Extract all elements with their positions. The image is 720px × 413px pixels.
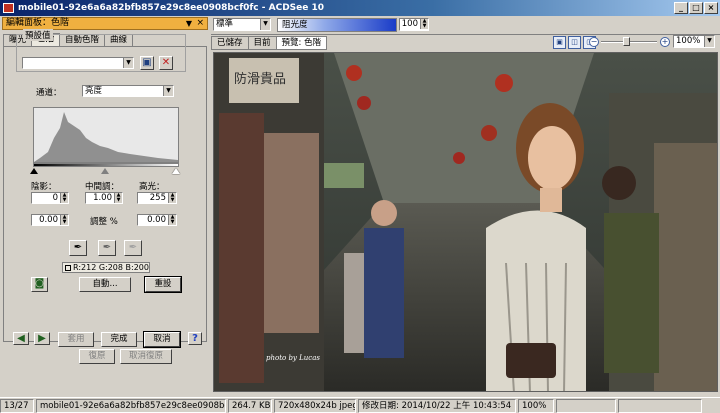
status-zoom: 100% [518,399,554,413]
channel-select[interactable]: 亮度 ▼ [82,85,174,97]
adjust-label: 調整 % [90,217,118,227]
shadow-value: 0 [52,193,58,203]
highlight-label: 高光： [139,182,165,192]
zoom-in-icon[interactable]: + [660,37,670,47]
acdsee-app-icon [3,3,14,13]
channel-value: 亮度 [85,86,103,96]
reset-button[interactable]: 重設 [144,276,182,293]
panel-title: 編輯面板：色階 [6,18,70,28]
rgb-readout: R:212 G:208 B:200 [62,262,150,273]
cancel-button[interactable]: 取消 [143,331,181,348]
spin-arrows-icon[interactable]: ▲ ▼ [60,193,68,203]
zoom-value: 100% [676,36,701,46]
midtone-slider-handle[interactable] [101,168,109,174]
opacity-slider[interactable]: 阻光度 [277,18,397,32]
blend-mode-value: 標準 [216,19,234,29]
preset-label: 預設值 [23,29,53,41]
tab-current[interactable]: 目前 [247,36,277,50]
highlight-input[interactable]: 255 ▲ ▼ [137,192,177,204]
forward-arrow-icon[interactable]: ▶ [34,332,50,345]
status-dimensions: 720x480x24b jpeg [274,399,356,413]
done-button[interactable]: 完成 [101,332,137,347]
status-size: 264.7 KB [228,399,272,413]
zoom-out-icon[interactable]: − [589,37,599,47]
market-street-photo: 防滑貴品 [214,53,717,391]
auto-button[interactable]: 自動... [79,277,131,292]
shop-sign: 防滑貴品 [234,71,286,87]
minimize-button[interactable]: _ [674,2,688,14]
opacity-input[interactable]: 100 ▲ ▼ [399,18,429,31]
photo-credit: photo by Lucas [266,354,320,362]
spin-arrows-icon[interactable]: ▲ ▼ [114,193,122,203]
window-title: mobile01-92e6a6a82bfb857e29c8ee0908bcf0f… [18,3,325,13]
panel-close-icon[interactable]: × [196,18,204,29]
rgb-values: R:212 G:208 B:200 [73,263,149,272]
histogram [33,107,179,163]
shadow-input[interactable]: 0 ▲ ▼ [31,192,69,204]
status-extra [618,399,702,413]
channel-label: 通道： [36,88,62,98]
view-tabs: 已儲存 目前 預覽: 色階 [211,36,328,50]
redo-button[interactable]: 取消復原 [120,349,172,364]
chevron-down-icon: ▼ [123,58,133,68]
output-low-value: 0.00 [39,215,58,225]
blend-mode-select[interactable]: 標準 ▼ [213,18,271,31]
close-button[interactable]: × [704,2,718,14]
delete-preset-icon[interactable]: ✕ [159,56,173,70]
highlight-slider-handle[interactable] [172,168,180,174]
save-preset-icon[interactable]: ▣ [140,56,154,70]
apply-button[interactable]: 套用 [58,332,94,347]
spin-arrows-icon[interactable]: ▲ ▼ [168,193,176,203]
photo-preview[interactable]: 防滑貴品 [213,52,718,392]
output-low-input[interactable]: 0.00 ▲ ▼ [31,214,69,226]
preset-select[interactable]: ▼ [22,57,134,69]
output-high-input[interactable]: 0.00 ▲ ▼ [137,214,177,226]
maximize-button[interactable]: □ [689,2,703,14]
status-filename: mobile01-92e6a6a82bfb857e29c8ee0908bcf0f… [36,399,226,413]
zoom-slider-handle[interactable] [623,37,630,46]
chevron-down-icon: ▼ [163,86,173,96]
chevron-down-icon: ▼ [704,36,714,47]
spin-arrows-icon[interactable]: ▲ ▼ [168,215,176,225]
black-eyedropper-icon[interactable]: ✒ [69,240,87,256]
show-clipping-icon[interactable]: ◙ [31,277,48,292]
status-bar: 13/27 mobile01-92e6a6a82bfb857e29c8ee090… [0,397,720,413]
output-high-value: 0.00 [147,215,166,225]
highlight-value: 255 [149,193,166,203]
midtone-input[interactable]: 1.00 ▲ ▼ [85,192,123,204]
midtone-label: 中間調： [85,182,120,192]
spin-arrows-icon[interactable]: ▲ ▼ [60,215,68,225]
tab-saved[interactable]: 已儲存 [211,36,249,50]
chevron-down-icon: ▼ [260,19,270,30]
single-view-icon[interactable]: ▣ [553,36,566,49]
color-swatch [65,265,71,271]
undo-button[interactable]: 復原 [79,349,115,364]
midtone-value: 1.00 [93,193,112,203]
help-icon[interactable]: ? [188,332,202,345]
status-modified: 修改日期: 2014/10/22 上午 10:43:54 [358,399,516,413]
white-eyedropper-icon[interactable]: ✒ [124,240,142,256]
pin-icon[interactable]: ▼ [186,18,192,29]
opacity-value: 100 [401,19,418,29]
shadow-label: 陰影： [31,182,57,192]
back-arrow-icon[interactable]: ◀ [13,332,29,345]
status-progress [556,399,616,413]
input-gradient-bar [33,163,179,167]
histogram-graph [34,112,178,162]
spin-arrows-icon[interactable]: ▲ ▼ [420,19,428,29]
opacity-label: 阻光度 [282,20,308,30]
zoom-select[interactable]: 100% ▼ [673,35,715,48]
shadow-slider-handle[interactable] [30,168,38,174]
split-view-icon[interactable]: ◫ [568,36,581,49]
status-index: 13/27 [0,399,34,413]
gray-eyedropper-icon[interactable]: ✒ [98,240,116,256]
title-bar: mobile01-92e6a6a82bfb857e29c8ee0908bcf0f… [0,0,720,16]
blend-toolbar: 標準 ▼ 阻光度 100 ▲ ▼ [211,16,720,35]
tab-preview-levels[interactable]: 預覽: 色階 [275,36,328,50]
